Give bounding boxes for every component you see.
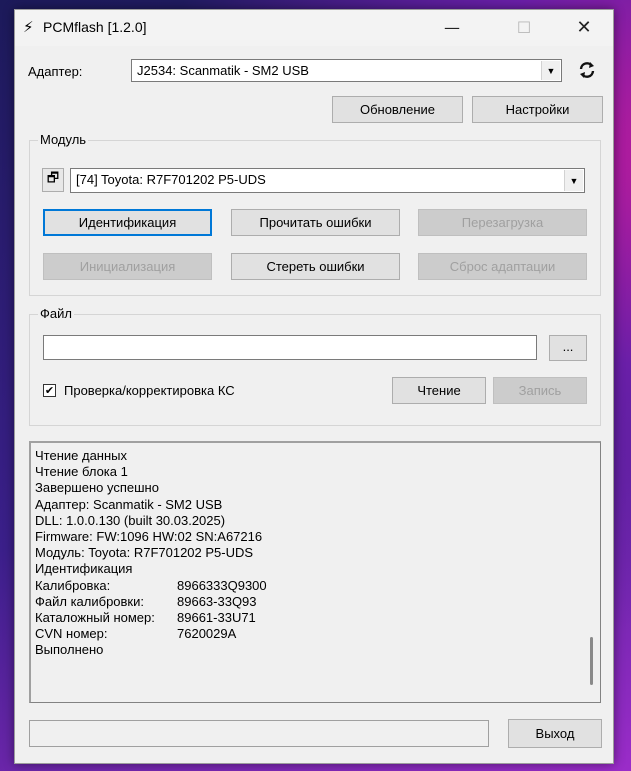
log-lines: Чтение данных Чтение блока 1 Завершено усп… (35, 448, 267, 658)
log-field-line: Калибровка: 8966333Q9300 (35, 578, 267, 594)
app-window: ⚡ PCMflash [1.2.0] — ☐ ✕ Адаптер: J2534:… (14, 9, 614, 764)
write-file-button[interactable]: Запись (493, 377, 587, 404)
module-group-title: Модуль (38, 132, 89, 147)
log-line: Чтение данных (35, 448, 128, 463)
log-field-key: Калибровка: (35, 577, 111, 593)
file-group-title: Файл (38, 306, 74, 321)
reboot-button[interactable]: Перезагрузка (418, 209, 587, 236)
log-line: DLL: 1.0.0.130 (built 30.03.2025) (35, 512, 226, 528)
log-scroll-thumb[interactable] (590, 637, 593, 685)
close-button[interactable]: ✕ (561, 10, 607, 46)
log-field-value: 8966333Q9300 (177, 577, 267, 593)
identify-button[interactable]: Идентификация (43, 209, 212, 236)
checksum-label: Проверка/корректировка КС (64, 383, 235, 398)
refresh-icon[interactable] (577, 59, 597, 81)
module-select[interactable]: [74] Toyota: R7F701202 P5-UDS ▼ (70, 168, 585, 193)
log-line: Идентификация (35, 561, 133, 577)
init-button[interactable]: Инициализация (43, 253, 212, 280)
exit-button[interactable]: Выход (508, 719, 602, 748)
log-field-value: 7620029A (177, 626, 237, 642)
lightning-icon: ⚡ (23, 18, 34, 36)
log-field-line: Каталожный номер: 89661-33U71 (35, 610, 267, 626)
update-button[interactable]: Обновление (332, 96, 463, 123)
log-scrollbar[interactable] (584, 445, 598, 700)
log-field-line: CVN номер: 7620029A (35, 626, 267, 642)
read-file-button[interactable]: Чтение (392, 377, 486, 404)
clear-errors-button[interactable]: Стереть ошибки (231, 253, 400, 280)
minimize-button[interactable]: — (429, 10, 475, 46)
log-line: Адаптер: Scanmatik - SM2 USB (35, 496, 223, 512)
log-field-key: CVN номер: (35, 626, 108, 642)
reset-adaptation-button[interactable]: Сброс адаптации (418, 253, 587, 280)
log-field-value: 89663-33Q93 (177, 593, 257, 609)
log-field-key: Файл калибровки: (35, 593, 144, 609)
log-line: Модуль: Toyota: R7F701202 P5-UDS (35, 545, 254, 561)
log-line: Завершено успешно (35, 480, 159, 496)
log-line: Выполнено (35, 642, 104, 658)
checksum-checkbox[interactable]: ✔ (43, 384, 56, 397)
log-line: Firmware: FW:1096 HW:02 SN:A67216 (35, 528, 263, 544)
log-output[interactable]: Чтение данных Чтение блока 1 Завершено усп… (29, 441, 601, 703)
settings-button[interactable]: Настройки (472, 96, 603, 123)
read-errors-button[interactable]: Прочитать ошибки (231, 209, 400, 236)
module-window-icon[interactable]: 🗗 (42, 168, 64, 192)
file-path-input[interactable] (43, 335, 537, 360)
adapter-select-value: J2534: Scanmatik - SM2 USB (137, 63, 309, 78)
title-bar[interactable]: ⚡ PCMflash [1.2.0] — ☐ ✕ (15, 10, 613, 46)
browse-button[interactable]: ... (549, 335, 587, 361)
log-field-value: 89661-33U71 (177, 609, 256, 625)
file-group: Файл (29, 306, 601, 426)
log-line: Чтение блока 1 (35, 464, 128, 480)
chevron-down-icon[interactable]: ▼ (541, 61, 560, 80)
log-field-line: Файл калибровки: 89663-33Q93 (35, 594, 267, 610)
chevron-down-icon[interactable]: ▼ (564, 170, 583, 191)
module-select-value: [74] Toyota: R7F701202 P5-UDS (76, 172, 266, 187)
maximize-button[interactable]: ☐ (501, 10, 547, 46)
log-field-key: Каталожный номер: (35, 609, 155, 625)
status-bar (29, 720, 489, 747)
adapter-label: Адаптер: (28, 64, 83, 79)
window-title: PCMflash [1.2.0] (43, 19, 147, 35)
adapter-select[interactable]: J2534: Scanmatik - SM2 USB ▼ (131, 59, 562, 82)
